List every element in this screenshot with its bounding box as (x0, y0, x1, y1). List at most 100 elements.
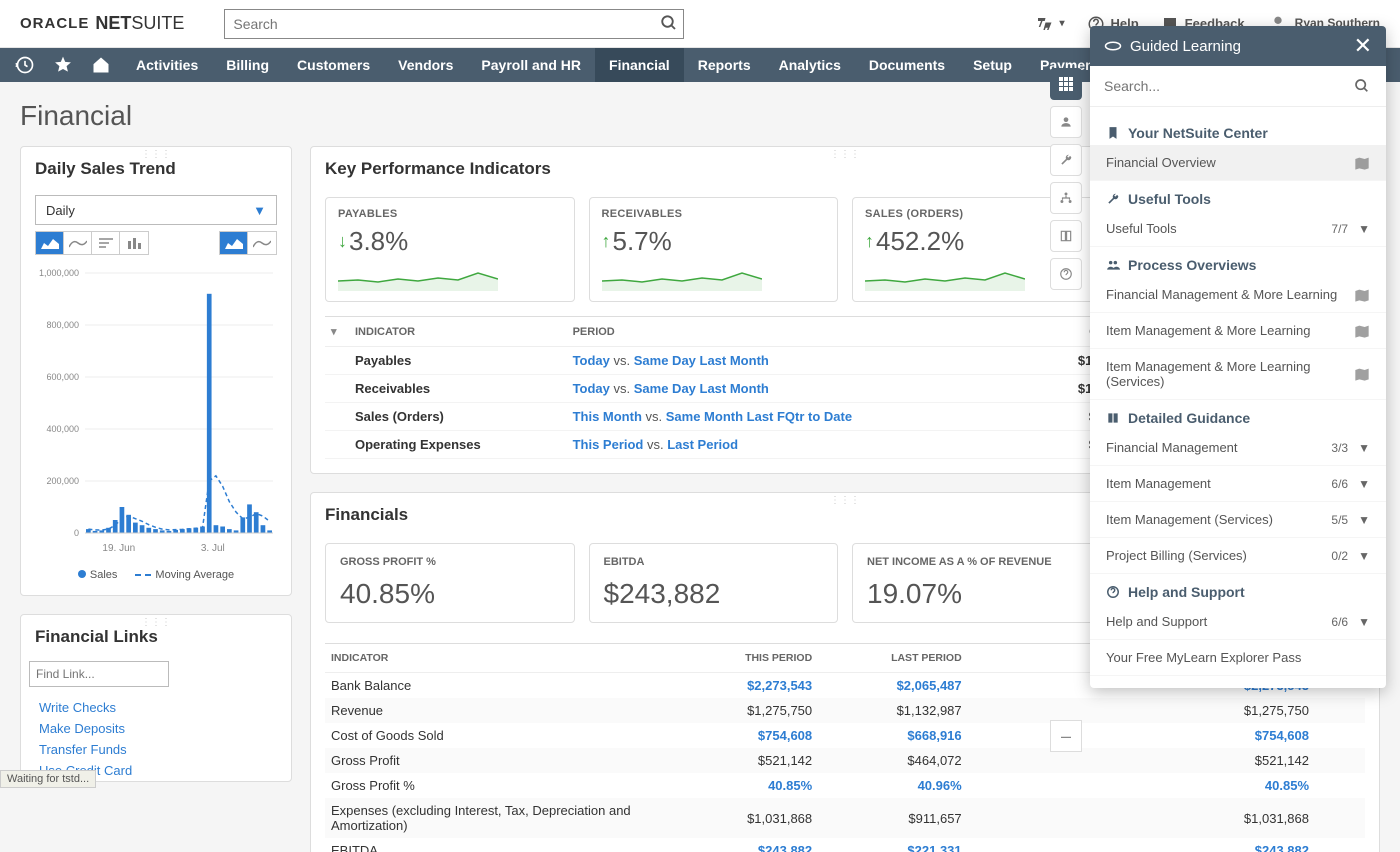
search-icon[interactable] (1354, 78, 1370, 94)
guided-search-input[interactable] (1104, 74, 1372, 98)
nav-item-vendors[interactable]: Vendors (384, 48, 467, 82)
section-process: Process Overviews (1090, 247, 1386, 277)
cell-period: Today vs. Same Day Last Month (567, 347, 1028, 375)
guided-item[interactable]: Financial Management & More Learning (1090, 277, 1386, 313)
guided-process-list: Financial Management & More LearningItem… (1090, 277, 1386, 400)
nav-item-billing[interactable]: Billing (212, 48, 283, 82)
guided-item-financial-overview[interactable]: Financial Overview (1090, 145, 1386, 181)
cell-this-period: $2,273,543 (675, 673, 818, 699)
legend-moving-avg: Moving Average (155, 569, 234, 581)
logo-netsuite: NETSUITE (95, 13, 184, 34)
svg-text:600,000: 600,000 (46, 372, 79, 382)
chart-range-b[interactable] (248, 232, 276, 254)
fin-link[interactable]: Write Checks (21, 697, 291, 718)
global-search-input[interactable] (224, 9, 684, 39)
chart-range-a[interactable] (220, 232, 248, 254)
nav-item-setup[interactable]: Setup (959, 48, 1026, 82)
financials-table-row[interactable]: Revenue $1,275,750 $1,132,987 $1,275,750 (325, 698, 1365, 723)
guided-item[interactable]: Item Management & More Learning (Service… (1090, 349, 1386, 400)
kpi-card[interactable]: PAYABLES ↓3.8% (325, 197, 575, 302)
rail-help-icon[interactable] (1050, 258, 1082, 290)
period-value: Daily (46, 203, 75, 218)
cell-period: This Month vs. Same Month Last FQtr to D… (567, 403, 1028, 431)
chart-mode-area[interactable] (36, 232, 64, 254)
guided-item[interactable]: Item Management & More Learning (1090, 313, 1386, 349)
chart-mode-bar[interactable] (120, 232, 148, 254)
nav-item-activities[interactable]: Activities (122, 48, 212, 82)
rail-wrench-icon[interactable] (1050, 144, 1082, 176)
cell-this-period: $754,608 (675, 723, 818, 748)
financial-metric-card[interactable]: NET INCOME AS A % OF REVENUE19.07% (852, 543, 1102, 623)
drag-handle-icon[interactable]: ⋮⋮⋮ (830, 149, 860, 160)
cell-extra (1315, 723, 1365, 748)
nav-recent-icon[interactable] (8, 48, 42, 82)
nav-item-documents[interactable]: Documents (855, 48, 959, 82)
global-search-wrap (224, 9, 684, 39)
rail-user-icon[interactable] (1050, 106, 1082, 138)
nav-item-financial[interactable]: Financial (595, 48, 684, 82)
nav-item-customers[interactable]: Customers (283, 48, 384, 82)
financials-table-row[interactable]: Gross Profit $521,142 $464,072 $521,142 (325, 748, 1365, 773)
arrow-icon: ↑ (865, 231, 874, 252)
sparkline (338, 263, 498, 291)
book-icon (1106, 411, 1120, 425)
financials-table-row[interactable]: Cost of Goods Sold $754,608 $668,916 $75… (325, 723, 1365, 748)
logo[interactable]: ORACLE NETSUITE (20, 13, 184, 34)
cell-indicator: EBITDA (325, 838, 675, 852)
section-help: Help and Support (1090, 574, 1386, 604)
collapse-icon[interactable]: ▾ (331, 326, 337, 338)
rail-collapse-button[interactable]: – (1050, 720, 1082, 752)
drag-handle-icon[interactable]: ⋮⋮⋮ (141, 149, 171, 160)
cell-indicator: Cost of Goods Sold (325, 723, 675, 748)
cell-fiscal-quarter: $521,142 (968, 748, 1315, 773)
nav-star-icon[interactable] (46, 48, 80, 82)
cell-last-period: 40.96% (818, 773, 968, 798)
cell-last-period: $668,916 (818, 723, 968, 748)
fin-link[interactable]: Transfer Funds (21, 739, 291, 760)
nav-home-icon[interactable] (84, 48, 118, 82)
language-switcher[interactable]: ▾ (1035, 15, 1064, 33)
rail-apps-icon[interactable] (1050, 68, 1082, 100)
financials-table-row[interactable]: EBITDA $243,882 $221,331 $243,882 (325, 838, 1365, 852)
search-icon[interactable] (660, 14, 678, 32)
cell-last-period: $464,072 (818, 748, 968, 773)
guided-item-mylearn-pass[interactable]: Your Free MyLearn Explorer Pass (1090, 640, 1386, 676)
group-icon (1106, 258, 1120, 272)
guided-item-useful-tools[interactable]: Useful Tools 7/7▼ (1090, 211, 1386, 247)
financials-table-row[interactable]: Expenses (excluding Interest, Tax, Depre… (325, 798, 1365, 838)
nav-item-analytics[interactable]: Analytics (765, 48, 855, 82)
guided-item[interactable]: Financial Management3/3▼ (1090, 430, 1386, 466)
daily-sales-card: ⋮⋮⋮ Daily Sales Trend Daily ▼ (20, 146, 292, 596)
cell-fiscal-quarter: $243,882 (968, 838, 1315, 852)
period-select[interactable]: Daily ▼ (35, 195, 277, 225)
close-icon[interactable]: ✕ (1354, 33, 1372, 59)
kpi-card-value: ↑5.7% (602, 226, 826, 257)
drag-handle-icon[interactable]: ⋮⋮⋮ (830, 495, 860, 506)
nav-items: ActivitiesBillingCustomersVendorsPayroll… (122, 48, 1208, 82)
cell-this-period: $1,275,750 (675, 698, 818, 723)
map-icon (1354, 367, 1370, 381)
guided-item-help-support[interactable]: Help and Support 6/6▼ (1090, 604, 1386, 640)
financial-metric-card[interactable]: EBITDA$243,882 (589, 543, 839, 623)
cell-last-period: $221,331 (818, 838, 968, 852)
rail-book-icon[interactable] (1050, 220, 1082, 252)
chart-mode-list[interactable] (92, 232, 120, 254)
th-indicator: INDICATOR (349, 317, 567, 347)
drag-handle-icon[interactable]: ⋮⋮⋮ (141, 617, 171, 628)
find-link-input[interactable] (29, 661, 169, 687)
guided-item[interactable]: Item Management (Services)5/5▼ (1090, 502, 1386, 538)
cell-this-period: $1,031,868 (675, 798, 818, 838)
financial-metric-card[interactable]: GROSS PROFIT %40.85% (325, 543, 575, 623)
nav-item-reports[interactable]: Reports (684, 48, 765, 82)
financials-table-row[interactable]: Gross Profit % 40.85% 40.96% 40.85% (325, 773, 1365, 798)
guided-item[interactable]: Item Management6/6▼ (1090, 466, 1386, 502)
chart-mode-toggle-left (35, 231, 149, 255)
svg-text:200,000: 200,000 (46, 476, 79, 486)
kpi-card[interactable]: RECEIVABLES ↑5.7% (589, 197, 839, 302)
chart-mode-line[interactable] (64, 232, 92, 254)
fin-link[interactable]: Make Deposits (21, 718, 291, 739)
svg-text:800,000: 800,000 (46, 320, 79, 330)
rail-org-icon[interactable] (1050, 182, 1082, 214)
nav-item-payroll-and-hr[interactable]: Payroll and HR (467, 48, 595, 82)
guided-item[interactable]: Project Billing (Services)0/2▼ (1090, 538, 1386, 574)
